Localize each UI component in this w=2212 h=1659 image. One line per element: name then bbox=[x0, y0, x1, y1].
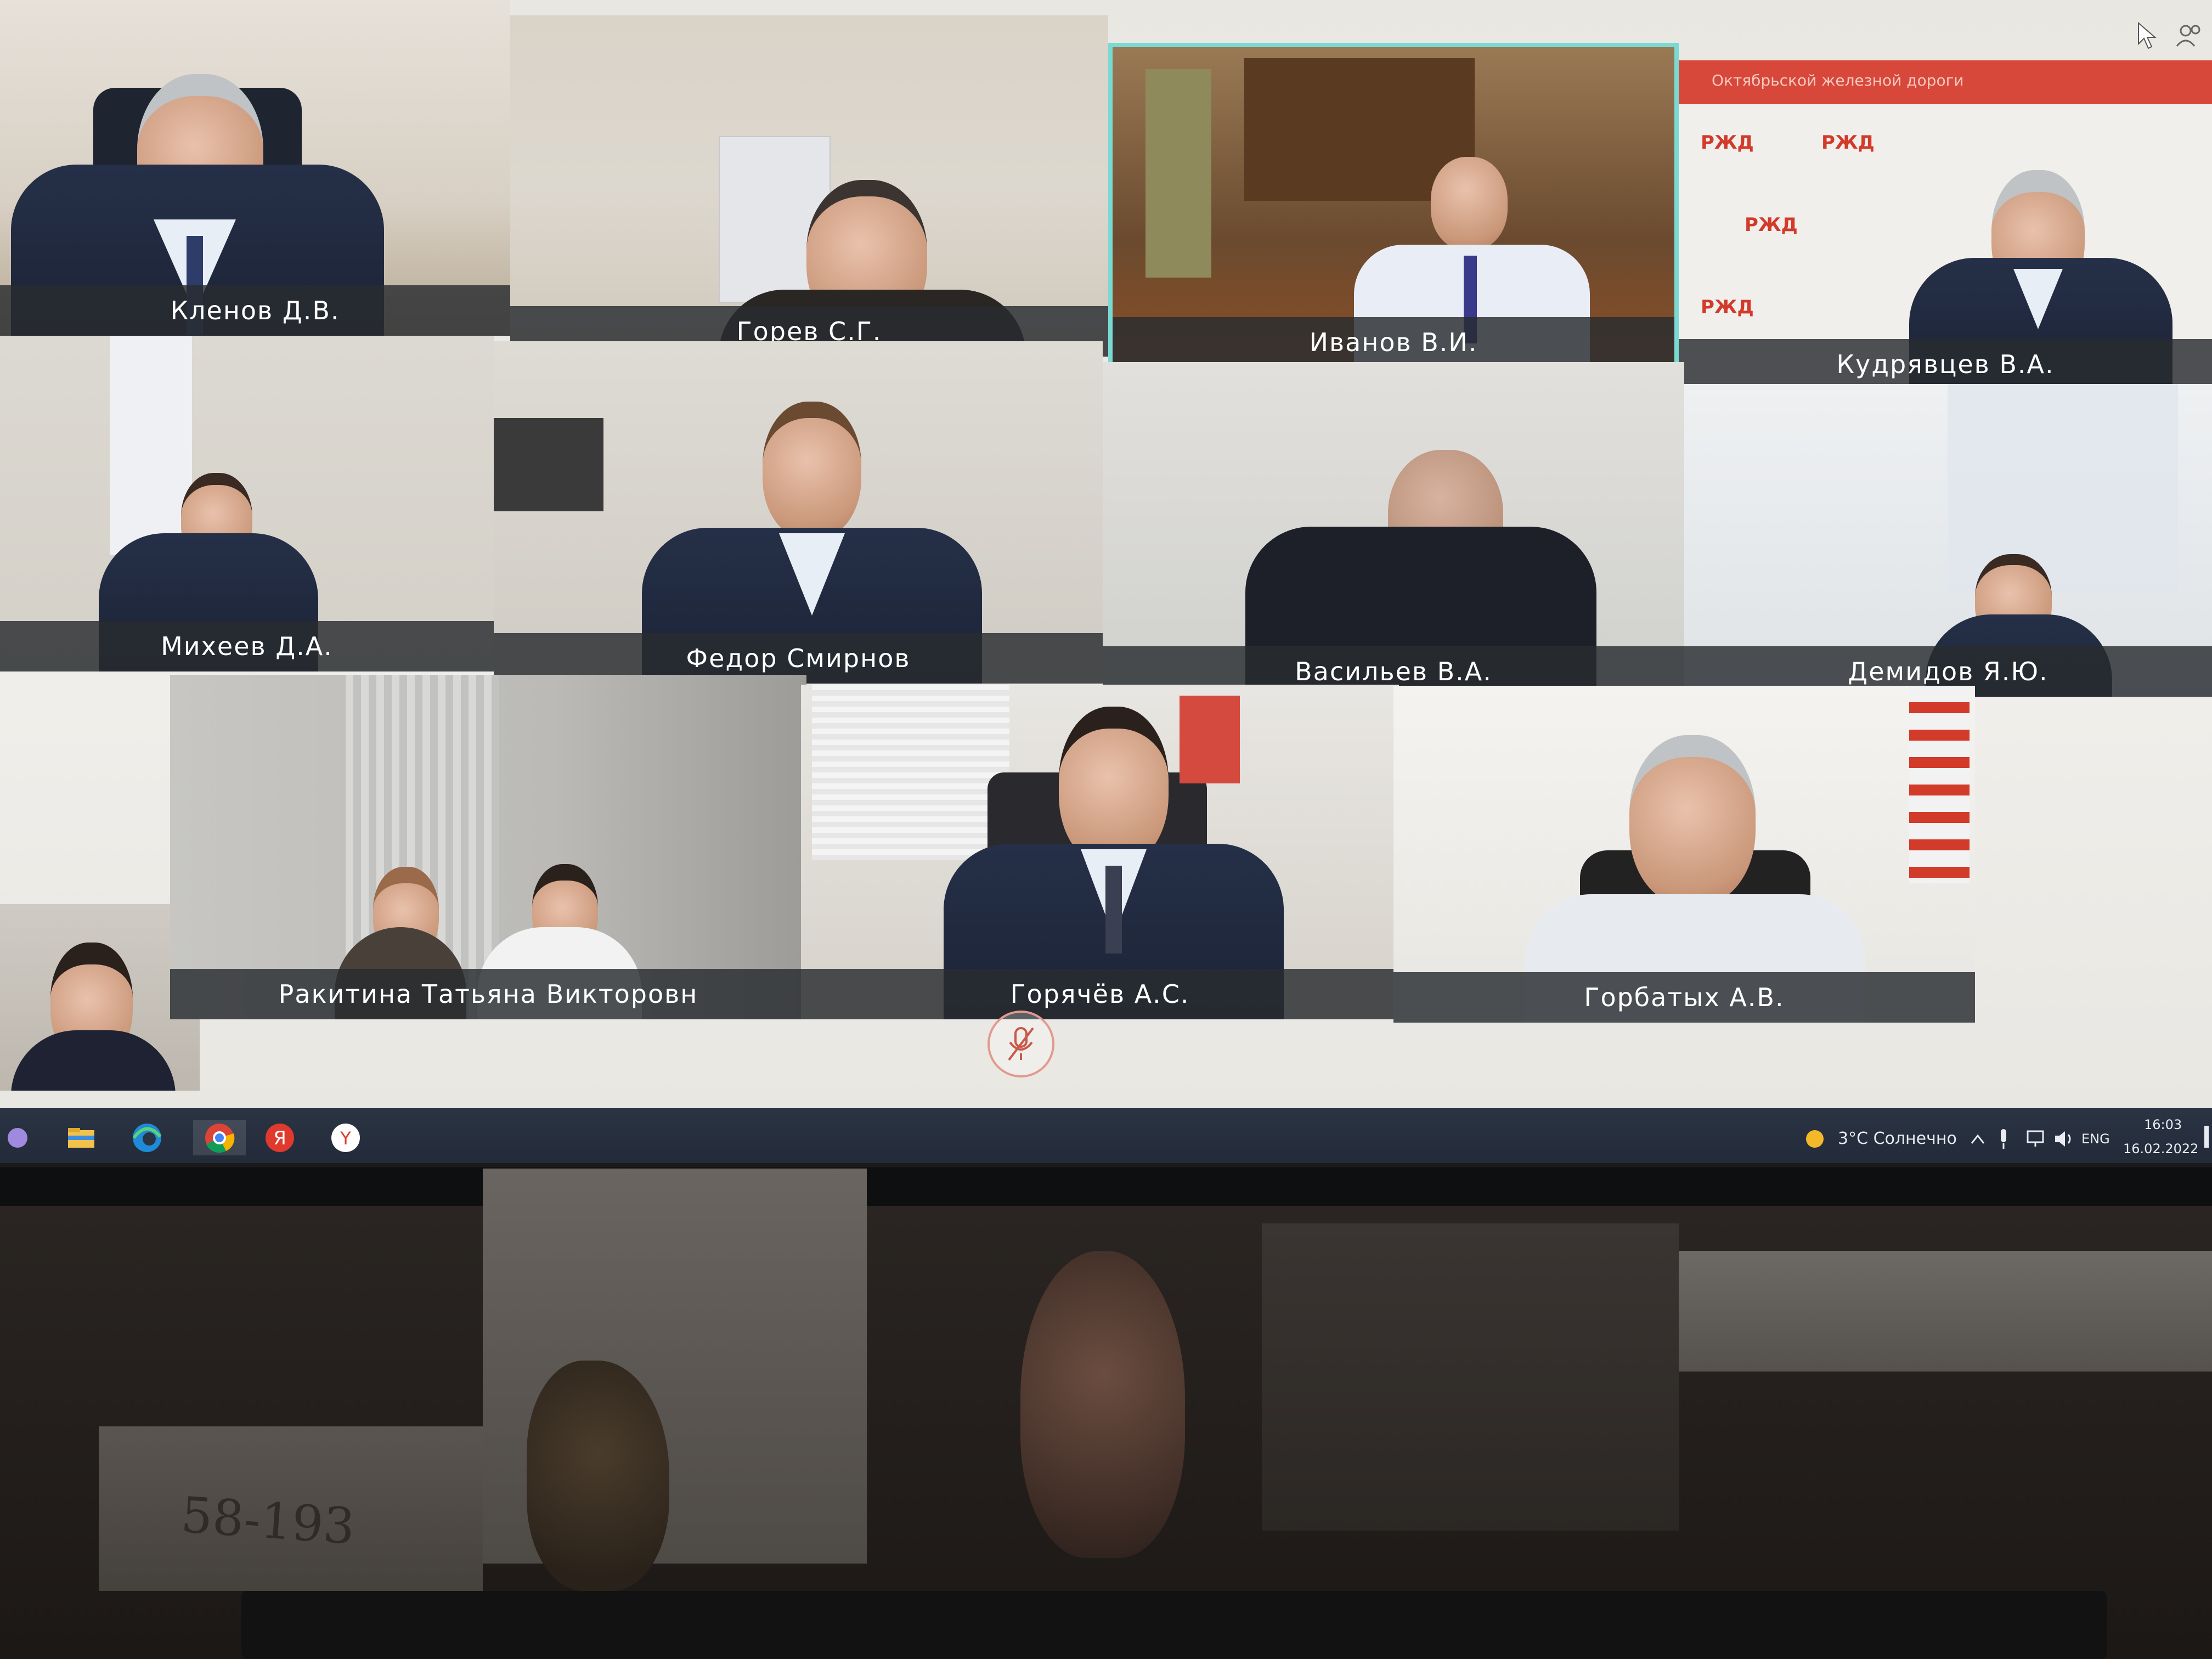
rzd-logo: РЖД bbox=[1701, 296, 1754, 318]
edge-icon[interactable] bbox=[129, 1120, 165, 1155]
taskbar: Я Y 3°C Солнечно ENG 16:03 16.02.2022 bbox=[0, 1108, 2212, 1163]
figurine bbox=[527, 1361, 669, 1591]
chrome-icon[interactable] bbox=[193, 1120, 246, 1155]
app-icon[interactable] bbox=[0, 1120, 35, 1155]
participant-tile[interactable]: Октябрьской железной дороги РЖД РЖД РЖД … bbox=[1679, 60, 2212, 390]
clock-date[interactable]: 16.02.2022 bbox=[2123, 1141, 2198, 1156]
participants-icon[interactable] bbox=[2176, 23, 2203, 48]
file-explorer-icon[interactable] bbox=[64, 1120, 99, 1155]
network-icon[interactable] bbox=[2024, 1129, 2046, 1149]
banner-text: Октябрьской железной дороги bbox=[1679, 60, 2212, 104]
rzd-logo: РЖД bbox=[1821, 132, 1875, 154]
language-indicator[interactable]: ENG bbox=[2081, 1131, 2110, 1147]
rzd-logo: РЖД bbox=[1701, 132, 1754, 154]
participant-name: Горбатых А.В. bbox=[1393, 972, 1975, 1023]
weather-text[interactable]: 3°C Солнечно bbox=[1838, 1129, 1957, 1148]
rzd-logo: РЖД bbox=[1745, 214, 1798, 236]
participant-name: Иванов В.И. bbox=[1113, 317, 1674, 368]
paper-sheet bbox=[1679, 1251, 2212, 1372]
participant-tile-active[interactable]: Иванов В.И. bbox=[1108, 43, 1679, 372]
clock-time[interactable]: 16:03 bbox=[2144, 1117, 2182, 1132]
participant-tile[interactable]: Васильев В.А. bbox=[1103, 362, 1684, 697]
participant-tile[interactable]: Ракитина Татьяна Викторовн bbox=[170, 675, 806, 1019]
participant-name: Горячёв А.С. bbox=[801, 969, 1399, 1019]
video-conference-screen: Кленов Д.В. Горев С.Г. Иванов В.И. Октяб… bbox=[0, 0, 2212, 1163]
participant-tile[interactable]: Федор Смирнов bbox=[494, 341, 1103, 684]
svg-text:Y: Y bbox=[340, 1128, 351, 1149]
participant-name: Ракитина Татьяна Викторовн bbox=[170, 969, 806, 1019]
yandex-browser-icon[interactable]: Y bbox=[328, 1120, 363, 1155]
participant-tile[interactable]: Кленов Д.В. bbox=[0, 0, 510, 336]
participant-name: Михеев Д.А. bbox=[0, 621, 494, 672]
participant-name: Кленов Д.В. bbox=[0, 285, 510, 336]
cursor-icon bbox=[2138, 22, 2157, 49]
keyboard bbox=[241, 1591, 2107, 1659]
chevron-up-icon[interactable] bbox=[1970, 1131, 1986, 1148]
svg-text:Я: Я bbox=[273, 1127, 286, 1149]
microphone-muted-icon bbox=[1008, 1027, 1034, 1061]
monitor-stand bbox=[1262, 1223, 1679, 1531]
participant-tile[interactable]: Горбатых А.В. bbox=[1393, 686, 1975, 1023]
figurine bbox=[1020, 1251, 1185, 1558]
show-desktop-button[interactable] bbox=[2204, 1126, 2209, 1148]
mute-microphone-button[interactable] bbox=[988, 1011, 1054, 1077]
participant-tile[interactable]: Михеев Д.А. bbox=[0, 336, 494, 672]
volume-icon[interactable] bbox=[2053, 1129, 2075, 1149]
participant-tile[interactable]: Горев С.Г. bbox=[510, 15, 1108, 357]
handwritten-note: 58-193 bbox=[179, 1486, 357, 1556]
participant-tile[interactable]: Демидов Я.Ю. bbox=[1684, 384, 2212, 697]
participant-tile[interactable]: Горячёв А.С. bbox=[801, 685, 1399, 1019]
yandex-icon[interactable]: Я bbox=[262, 1120, 297, 1155]
participant-name: Кудрявцев В.А. bbox=[1679, 339, 2212, 390]
sun-weather-icon bbox=[1806, 1130, 1824, 1148]
microphone-icon[interactable] bbox=[1997, 1128, 2010, 1150]
